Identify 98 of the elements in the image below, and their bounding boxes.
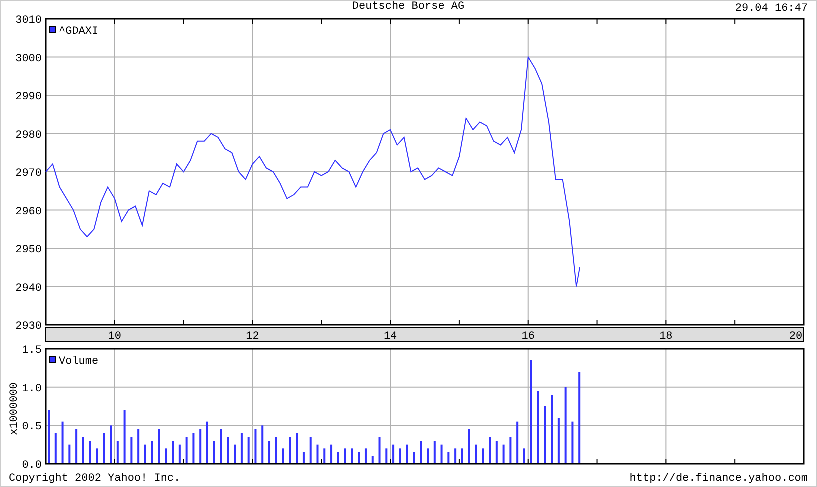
y-tick-label: 1.0 [22,383,42,396]
volume-bar [302,452,305,464]
volume-bar [516,422,519,464]
volume-bar [399,448,402,464]
volume-bar [572,422,574,464]
x-tick-label: 12 [246,331,260,343]
volume-bar [124,410,126,464]
volume-bar [282,448,284,464]
source-url: http://de.finance.yahoo.com [630,473,808,486]
x-tick-label: 18 [660,331,673,343]
volume-bar [165,448,168,464]
volume-bar [275,437,278,464]
y-tick-label: 2980 [16,130,42,142]
volume-bar [372,456,374,464]
volume-bar [378,437,381,464]
volume-bar [461,448,464,464]
legend-label: ^GDAXI [59,26,99,38]
x-tick-label: 14 [384,331,398,343]
timestamp: 29.04 16:47 [735,2,808,17]
volume-bar [544,406,546,464]
volume-bar [482,448,484,464]
legend-label: Volume [59,356,99,368]
volume-bar [262,426,264,464]
volume-bar [502,444,505,464]
volume-bar [420,441,422,464]
volume-bar [158,430,160,464]
volume-bar [254,430,257,464]
legend-swatch-icon [50,26,56,34]
volume-bar [151,441,154,464]
volume-bar [510,437,512,464]
volume-bar [330,444,333,464]
volume-bar [475,444,478,464]
y-tick-label: 2930 [16,321,42,333]
volume-bar [358,452,360,464]
volume-bar [200,430,202,464]
volume-bar [186,437,188,464]
x-tick-label: 16 [522,331,535,343]
volume-bar [234,444,236,464]
volume-bar [440,444,443,464]
volume-bar [138,430,140,464]
volume-bar [54,433,57,464]
volume-bar [413,452,416,464]
volume-bar [240,433,243,464]
x-tick-label: 10 [108,331,122,343]
y-tick-label: 2960 [16,206,42,218]
volume-bar [296,433,298,464]
volume-bar [316,444,319,464]
y-tick-label: 3010 [16,15,42,27]
y-tick-label: 1.5 [22,345,42,357]
volume-bar [558,418,560,464]
y-tick-label: 3000 [16,53,42,66]
volume-bar [337,452,340,464]
volume-bar [110,426,112,464]
volume-bar [496,441,498,464]
volume-bar [324,448,326,464]
volume-bar [406,444,408,464]
y-tick-label: 2950 [16,244,42,256]
volume-bar [96,448,98,464]
volume-bar [213,441,216,464]
volume-bar [551,395,554,464]
volume-bar [364,448,367,464]
volume-bar [434,441,436,464]
volume-bar [386,448,388,464]
y-axis-label: x1000000 [9,382,21,436]
volume-bar [289,437,292,464]
volume-bar [172,441,174,464]
volume-bar [248,437,250,464]
volume-bar [220,430,222,464]
volume-bar [178,444,181,464]
volume-bar [392,444,395,464]
volume-bar [89,441,92,464]
volume-bar [144,444,146,464]
y-tick-label: 2940 [16,282,42,295]
volume-bar [310,437,312,464]
volume-bar [344,448,346,464]
legend-swatch-icon [50,356,56,364]
x-tick-label: 20 [789,331,803,343]
volume-bar [468,430,470,464]
volume-bar [116,441,119,464]
volume-bar [76,430,78,464]
volume-bar [227,437,230,464]
volume-bar [454,448,457,464]
volume-bar [130,437,133,464]
volume-bar [82,437,84,464]
y-tick-label: 2970 [16,168,42,180]
volume-bar [68,444,71,464]
volume-bar [103,433,106,464]
volume-bar [62,422,64,464]
volume-bar [192,433,195,464]
volume-bar [448,452,450,464]
copyright-text: Copyright 2002 Yahoo! Inc. [9,473,181,486]
volume-bar [489,437,492,464]
volume-bar [351,448,354,464]
y-tick-label: 2990 [16,92,42,104]
y-tick-label: 0.0 [22,460,42,472]
y-tick-label: 0.5 [22,422,42,434]
chart-title: Deutsche Borse AG [352,1,465,15]
volume-bar [523,448,526,464]
